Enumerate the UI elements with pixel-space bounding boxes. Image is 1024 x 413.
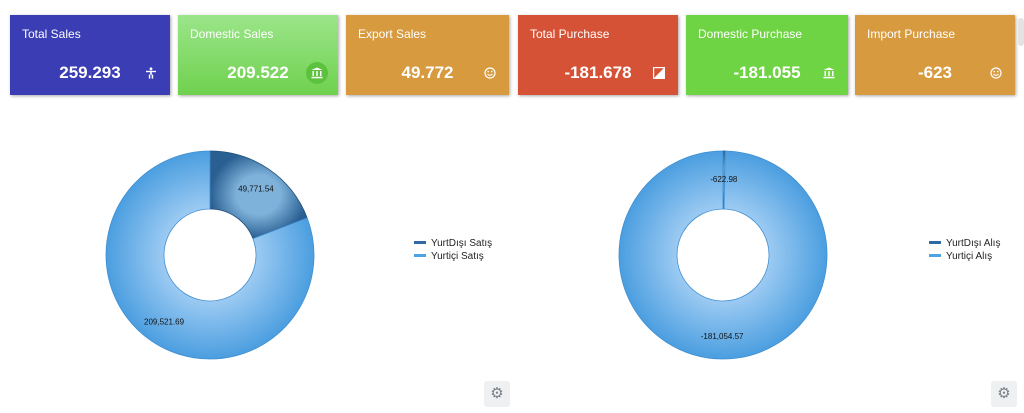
data-label: -181,054.57 xyxy=(701,332,744,341)
kpi-title: Domestic Purchase xyxy=(698,27,803,41)
kpi-title: Total Sales xyxy=(22,27,81,41)
kpi-card-export-sales[interactable]: Export Sales 49.772 xyxy=(346,15,509,95)
legend-swatch xyxy=(929,253,941,257)
legend-swatch xyxy=(929,240,941,244)
legend-item[interactable]: Yurtiçi Alış xyxy=(929,251,992,262)
kpi-title: Total Purchase xyxy=(530,27,610,41)
legend-label: Yurtiçi Alış xyxy=(946,251,993,262)
smiley-icon xyxy=(989,67,1003,81)
kpi-title: Import Purchase xyxy=(867,27,956,41)
legend-swatch xyxy=(414,240,426,244)
purchase-donut-chart: -622.98 -181,054.57 xyxy=(618,150,828,360)
accessibility-icon xyxy=(144,67,158,81)
data-label: -622.98 xyxy=(710,175,738,184)
kpi-card-total-sales[interactable]: Total Sales 259.293 xyxy=(10,15,170,95)
legend-item[interactable]: Yurtiçi Satış xyxy=(414,251,484,262)
legend-item[interactable]: YurtDışı Satış xyxy=(414,238,492,249)
settings-button[interactable]: ⚙ xyxy=(484,381,510,407)
legend-label: YurtDışı Alış xyxy=(946,238,1001,249)
kpi-title: Export Sales xyxy=(358,27,427,41)
kpi-card-domestic-sales[interactable]: Domestic Sales 209.522 xyxy=(178,15,338,95)
scrollbar[interactable] xyxy=(1018,18,1024,46)
legend-item[interactable]: YurtDışı Alış xyxy=(929,238,1000,249)
legend-label: Yurtiçi Satış xyxy=(431,251,484,262)
bank-icon xyxy=(306,62,328,84)
smiley-icon xyxy=(483,67,497,81)
data-label: 209,521.69 xyxy=(144,318,185,327)
kpi-card-domestic-purchase[interactable]: Domestic Purchase -181.055 xyxy=(686,15,848,95)
gear-icon: ⚙ xyxy=(997,385,1011,402)
data-label: 49,771.54 xyxy=(238,184,274,193)
kpi-card-import-purchase[interactable]: Import Purchase -623 xyxy=(855,15,1015,95)
settings-button[interactable]: ⚙ xyxy=(991,381,1017,407)
bank-icon xyxy=(822,67,836,81)
gear-icon: ⚙ xyxy=(490,385,504,402)
chart-icon xyxy=(652,67,666,81)
kpi-title: Domestic Sales xyxy=(190,27,274,41)
legend-label: YurtDışı Satış xyxy=(431,238,493,249)
sales-donut-chart: 49,771.54 209,521.69 xyxy=(105,150,315,360)
kpi-card-total-purchase[interactable]: Total Purchase -181.678 xyxy=(518,15,678,95)
legend-swatch xyxy=(414,253,426,257)
